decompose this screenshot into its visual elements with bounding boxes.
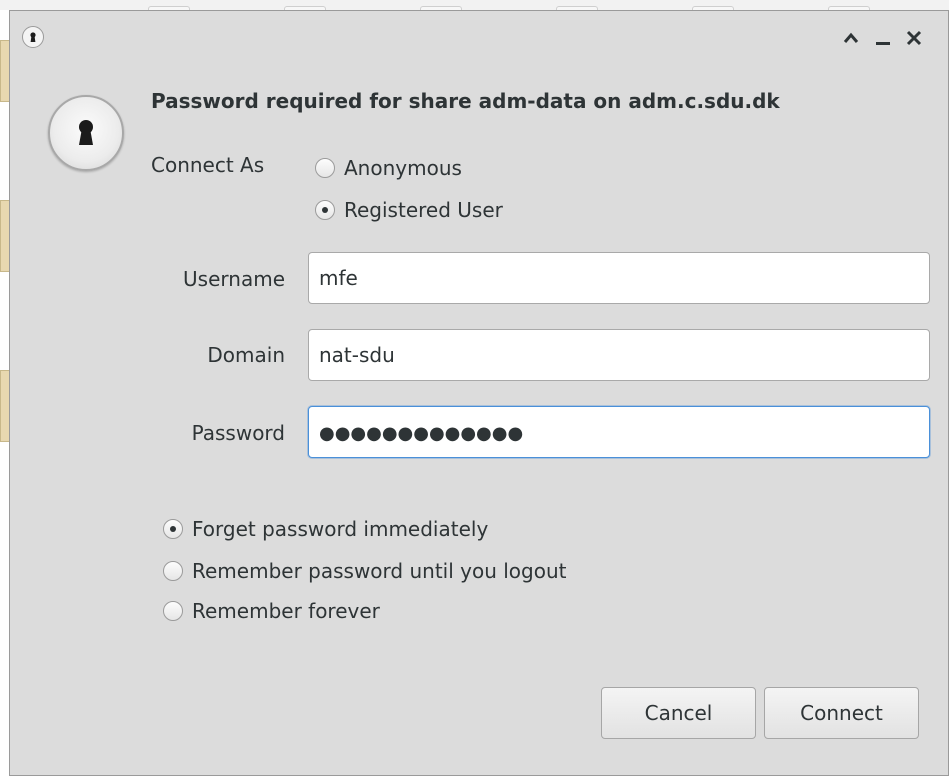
radio-remember-until-logout[interactable]: Remember password until you logout — [163, 559, 566, 583]
password-masked-value: ●●●●●●●●●●●●● — [319, 423, 524, 444]
desktop-background — [0, 0, 949, 13]
radio-forget-immediately[interactable]: Forget password immediately — [163, 517, 488, 541]
password-label: Password — [191, 421, 285, 445]
radio-label: Remember forever — [192, 599, 380, 623]
dialog-heading: Password required for share adm-data on … — [151, 89, 780, 113]
minimize-button[interactable] — [869, 25, 897, 51]
radio-button[interactable] — [315, 158, 335, 178]
radio-button[interactable] — [163, 561, 183, 581]
username-input[interactable]: mfe — [308, 252, 930, 304]
radio-anonymous[interactable]: Anonymous — [315, 156, 462, 180]
password-dialog: Password required for share adm-data on … — [9, 10, 949, 776]
radio-button[interactable] — [163, 601, 183, 621]
username-label: Username — [183, 267, 285, 291]
password-input[interactable]: ●●●●●●●●●●●●● — [308, 406, 930, 458]
radio-button[interactable] — [315, 200, 335, 220]
connect-button[interactable]: Connect — [764, 687, 919, 739]
radio-label: Registered User — [344, 198, 503, 222]
lock-keyhole-icon — [48, 95, 124, 171]
keyhole-icon — [22, 26, 44, 48]
radio-registered-user[interactable]: Registered User — [315, 198, 503, 222]
domain-input[interactable]: nat-sdu — [308, 329, 930, 381]
connect-as-label: Connect As — [151, 153, 265, 177]
titlebar[interactable] — [10, 11, 948, 63]
maximize-button[interactable] — [837, 25, 865, 51]
radio-label: Remember password until you logout — [192, 559, 567, 583]
radio-button[interactable] — [163, 519, 183, 539]
radio-remember-forever[interactable]: Remember forever — [163, 599, 380, 623]
domain-label: Domain — [207, 343, 285, 367]
radio-label: Forget password immediately — [192, 517, 489, 541]
close-button[interactable] — [900, 25, 928, 51]
cancel-button[interactable]: Cancel — [601, 687, 756, 739]
radio-label: Anonymous — [344, 156, 462, 180]
